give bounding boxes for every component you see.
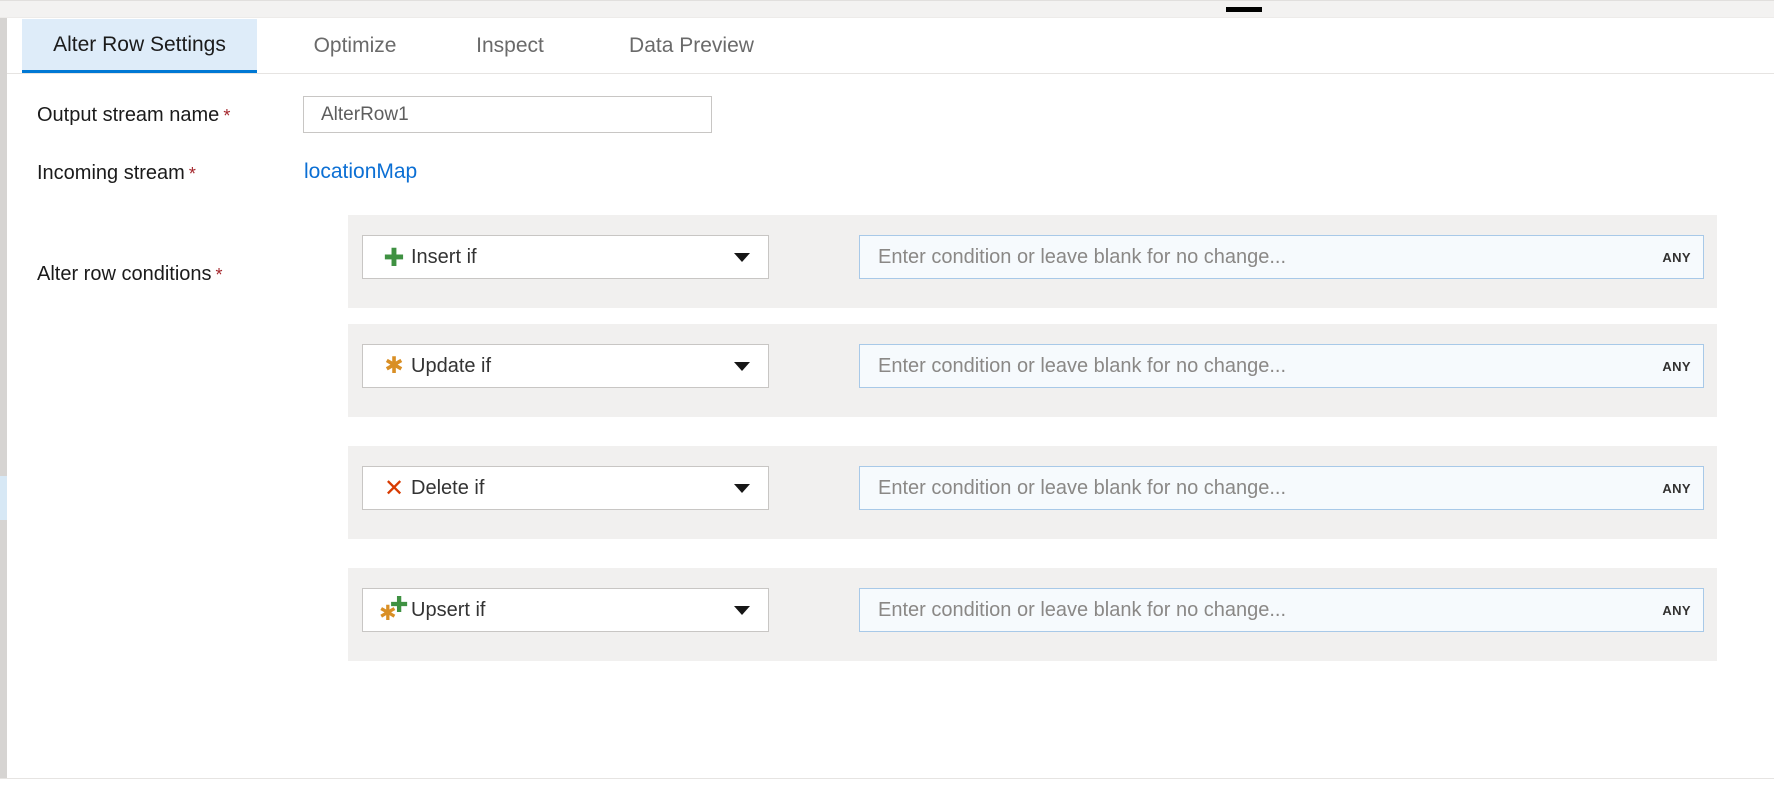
tab-alter-row-settings[interactable]: Alter Row Settings — [22, 19, 257, 73]
condition-row: ✱ Update if Enter condition or leave bla… — [348, 324, 1717, 417]
tab-inspect[interactable]: Inspect — [462, 19, 558, 73]
output-stream-name-label: Output stream name* — [37, 104, 230, 127]
settings-form: Output stream name* Incoming stream* loc… — [7, 75, 1774, 778]
required-asterisk: * — [216, 265, 223, 285]
label-text: Incoming stream — [37, 162, 185, 184]
label-text: Alter row conditions — [37, 263, 212, 285]
condition-scope-badge: ANY — [1662, 603, 1691, 618]
condition-row: ✱ ✚ Upsert if Enter condition or leave b… — [348, 568, 1717, 661]
bottom-divider — [0, 778, 1774, 779]
condition-expression-input[interactable]: Enter condition or leave blank for no ch… — [859, 344, 1704, 388]
condition-expression-placeholder: Enter condition or leave blank for no ch… — [878, 599, 1662, 622]
incoming-stream-link[interactable]: locationMap — [304, 160, 417, 184]
chevron-down-icon — [734, 362, 750, 371]
panel-top-chrome — [0, 0, 1774, 18]
required-asterisk: * — [223, 106, 230, 126]
condition-policy-select[interactable]: ✚ Insert if — [362, 235, 769, 279]
tab-label: Optimize — [314, 34, 397, 58]
condition-expression-input[interactable]: Enter condition or leave blank for no ch… — [859, 588, 1704, 632]
settings-tabstrip: Alter Row Settings Optimize Inspect Data… — [7, 19, 1774, 74]
incoming-stream-label: Incoming stream* — [37, 162, 196, 185]
asterisk-plus-icon: ✱ ✚ — [377, 596, 411, 624]
plus-icon: ✚ — [377, 243, 411, 271]
condition-scope-badge: ANY — [1662, 481, 1691, 496]
condition-policy-label: Upsert if — [411, 599, 485, 622]
chevron-down-icon — [734, 253, 750, 262]
alter-row-settings-panel: Alter Row Settings Optimize Inspect Data… — [0, 0, 1774, 791]
required-asterisk: * — [189, 164, 196, 184]
tab-label: Inspect — [476, 34, 544, 58]
tab-data-preview[interactable]: Data Preview — [611, 19, 772, 73]
condition-policy-select[interactable]: ✱ ✚ Upsert if — [362, 588, 769, 632]
label-text: Output stream name — [37, 104, 219, 126]
condition-policy-select[interactable]: ✕ Delete if — [362, 466, 769, 510]
asterisk-plus-icon-glyph: ✱ ✚ — [379, 596, 409, 624]
plus-part: ✚ — [390, 595, 408, 617]
left-edge-rail-upper — [0, 18, 7, 476]
condition-scope-badge: ANY — [1662, 250, 1691, 265]
condition-expression-placeholder: Enter condition or leave blank for no ch… — [878, 355, 1662, 378]
asterisk-icon: ✱ — [377, 352, 411, 380]
condition-row: ✚ Insert if Enter condition or leave bla… — [348, 215, 1717, 308]
plus-icon-glyph: ✚ — [384, 245, 405, 270]
left-edge-rail-lower — [0, 520, 7, 778]
condition-expression-placeholder: Enter condition or leave blank for no ch… — [878, 477, 1662, 500]
condition-expression-placeholder: Enter condition or leave blank for no ch… — [878, 246, 1662, 269]
cross-icon: ✕ — [377, 474, 411, 502]
output-stream-name-input[interactable] — [303, 96, 712, 133]
chevron-down-icon — [734, 484, 750, 493]
chevron-down-icon — [734, 606, 750, 615]
condition-policy-select[interactable]: ✱ Update if — [362, 344, 769, 388]
asterisk-icon-glyph: ✱ — [384, 355, 403, 378]
left-edge-rail-accent — [0, 476, 7, 520]
condition-row: ✕ Delete if Enter condition or leave bla… — [348, 446, 1717, 539]
cross-icon-glyph: ✕ — [384, 476, 404, 500]
condition-policy-label: Delete if — [411, 477, 484, 500]
condition-scope-badge: ANY — [1662, 359, 1691, 374]
tab-label: Alter Row Settings — [53, 33, 226, 57]
condition-expression-input[interactable]: Enter condition or leave blank for no ch… — [859, 235, 1704, 279]
tab-optimize[interactable]: Optimize — [299, 19, 411, 73]
condition-expression-input[interactable]: Enter condition or leave blank for no ch… — [859, 466, 1704, 510]
panel-drag-handle[interactable] — [1226, 7, 1262, 12]
condition-policy-label: Update if — [411, 355, 491, 378]
condition-policy-label: Insert if — [411, 246, 477, 269]
tab-label: Data Preview — [629, 34, 754, 58]
alter-row-conditions-label: Alter row conditions* — [37, 263, 223, 286]
